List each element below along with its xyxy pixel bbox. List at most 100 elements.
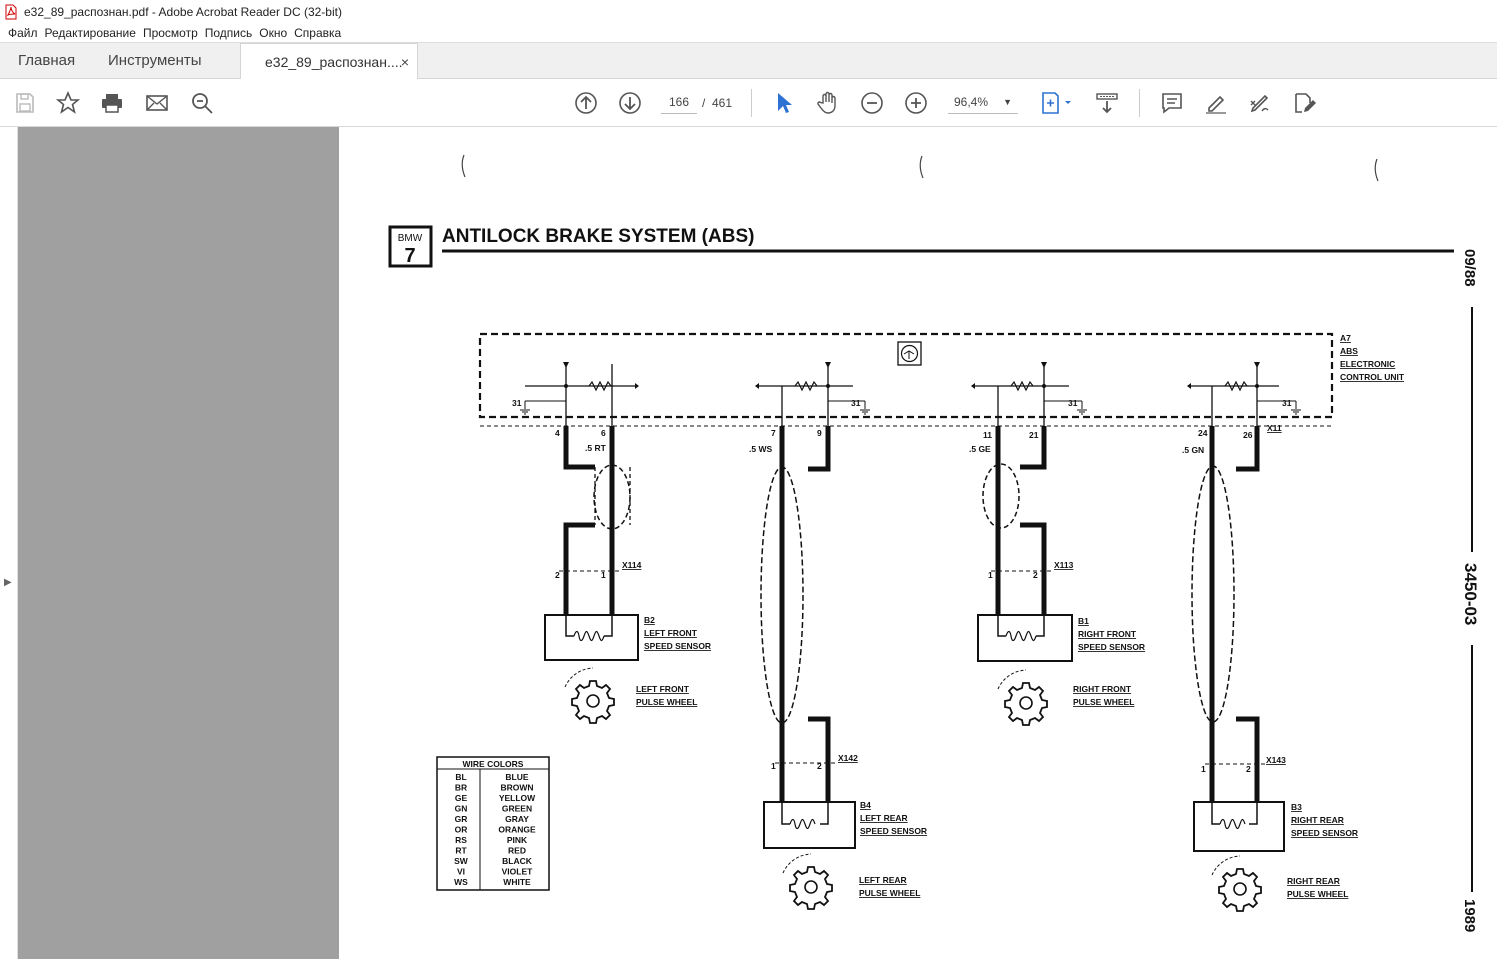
- pin-label: 1: [1201, 764, 1206, 774]
- sensor-id: B3: [1291, 802, 1302, 812]
- search-zoom-icon[interactable]: [190, 91, 214, 115]
- bmw-7-logo: BMW 7: [388, 225, 433, 268]
- sensor-right-rear: B3 RIGHT REAR SPEED SENSOR: [1193, 801, 1358, 852]
- wire-color-name: ORANGE: [498, 825, 536, 835]
- wire-color-name: BLUE: [505, 772, 528, 782]
- comment-icon[interactable]: [1160, 91, 1184, 115]
- right-front-wiring: [982, 426, 1051, 615]
- tab-document[interactable]: e32_89_распознан.... ×: [240, 43, 418, 80]
- edit-pdf-icon[interactable]: [1292, 91, 1316, 115]
- unit-label-2: ELECTRONIC: [1340, 359, 1395, 369]
- wire-color-name: VIOLET: [502, 867, 534, 877]
- zoom-level-select[interactable]: 96,4% ▼: [948, 90, 1018, 114]
- pin-label: 11: [983, 430, 992, 440]
- menu-help[interactable]: Справка: [294, 26, 341, 40]
- toolbar-divider: [1139, 89, 1140, 117]
- tab-bar: Главная Инструменты e32_89_распознан....…: [0, 43, 1497, 80]
- wiring-diagram: BMW 7 ANTILOCK BRAKE SYSTEM (ABS) 09/88 …: [388, 154, 1480, 932]
- window-title: e32_89_распознан.pdf - Adobe Acrobat Rea…: [24, 4, 342, 19]
- tab-document-label: e32_89_распознан....: [265, 54, 403, 70]
- page-down-icon[interactable]: [618, 91, 642, 115]
- wire-label: .5 GE: [969, 444, 991, 454]
- pin-label: 1: [771, 761, 776, 771]
- fit-page-icon[interactable]: [1040, 91, 1074, 115]
- pulse-wheel-label: PULSE WHEEL: [859, 888, 920, 898]
- right-rear-wiring: [1191, 426, 1265, 802]
- side-code: 3450-03: [1461, 563, 1480, 625]
- toolbar-divider: [751, 89, 752, 117]
- pulse-wheel-label: RIGHT FRONT: [1073, 684, 1132, 694]
- pulse-wheel-label: PULSE WHEEL: [1287, 889, 1348, 899]
- connector-label: X113: [1054, 560, 1074, 570]
- highlight-icon[interactable]: [1204, 91, 1228, 115]
- pin-label: 6: [601, 428, 606, 438]
- sensor-left-front: B2 LEFT FRONT SPEED SENSOR: [544, 614, 711, 661]
- scan-mark: [919, 155, 924, 179]
- wire-code: WS: [454, 877, 468, 887]
- ground-label: 31: [1282, 398, 1292, 408]
- tab-home[interactable]: Главная: [18, 43, 75, 79]
- unit-label-1: ABS: [1340, 346, 1358, 356]
- hand-icon[interactable]: [816, 91, 840, 115]
- navigation-pane-toggle[interactable]: ▶: [0, 127, 18, 959]
- wire-label: .5 GN: [1182, 445, 1204, 455]
- ground-label: 31: [1068, 398, 1078, 408]
- sensor-label: RIGHT REAR: [1291, 815, 1344, 825]
- sensor-label: LEFT REAR: [860, 813, 908, 823]
- menu-window[interactable]: Окно: [259, 26, 287, 40]
- star-icon[interactable]: [55, 90, 81, 115]
- sensor-id: B1: [1078, 616, 1089, 626]
- sensor-label: LEFT FRONT: [644, 628, 698, 638]
- sensor-label: SPEED SENSOR: [644, 641, 711, 651]
- menu-sign[interactable]: Подпись: [205, 26, 253, 40]
- wire-code: GN: [455, 804, 468, 814]
- tab-tools[interactable]: Инструменты: [108, 43, 202, 79]
- wire-code: SW: [454, 856, 469, 866]
- menu-edit[interactable]: Редактирование: [45, 26, 136, 40]
- pulse-wheel-label: RIGHT REAR: [1287, 876, 1340, 886]
- pin-label: 1: [601, 570, 606, 580]
- select-cursor-icon[interactable]: [772, 91, 796, 115]
- wire-color-name: RED: [508, 846, 526, 856]
- menu-view[interactable]: Просмотр: [143, 26, 198, 40]
- wire-color-name: YELLOW: [499, 793, 536, 803]
- zoom-out-icon[interactable]: [860, 91, 884, 115]
- wire-code: GE: [455, 793, 468, 803]
- save-icon[interactable]: [13, 91, 37, 115]
- sensor-label: SPEED SENSOR: [1078, 642, 1145, 652]
- control-unit-symbol-icon: [897, 341, 922, 366]
- print-icon[interactable]: [100, 91, 124, 115]
- wire-code: BR: [455, 783, 467, 793]
- wire-label: .5 RT: [585, 443, 607, 453]
- wire-code: RS: [455, 835, 467, 845]
- scan-mark: [1374, 158, 1379, 182]
- scroll-mode-icon[interactable]: [1095, 91, 1119, 115]
- menu-file[interactable]: Файл: [8, 26, 38, 40]
- connector-label: X114: [622, 560, 642, 570]
- pin-label: 24: [1198, 428, 1208, 438]
- chevron-down-icon: ▼: [1003, 97, 1012, 107]
- close-tab-icon[interactable]: ×: [401, 44, 409, 80]
- pulse-wheel-label: PULSE WHEEL: [636, 697, 697, 707]
- wire-color-name: WHITE: [503, 877, 531, 887]
- badge-series: 7: [404, 245, 415, 267]
- mail-icon[interactable]: [145, 91, 169, 115]
- page-number-input[interactable]: 166: [661, 90, 697, 114]
- wire-code: OR: [455, 825, 468, 835]
- sign-icon[interactable]: [1248, 91, 1272, 115]
- sensor-left-rear: B4 LEFT REAR SPEED SENSOR: [763, 800, 927, 849]
- sensor-label: SPEED SENSOR: [1291, 828, 1358, 838]
- pdf-page: BMW 7 ANTILOCK BRAKE SYSTEM (ABS) 09/88 …: [339, 127, 1497, 959]
- ground-label: 31: [851, 398, 861, 408]
- zoom-in-icon[interactable]: [904, 91, 928, 115]
- pin-label: 7: [771, 428, 776, 438]
- expand-pane-icon[interactable]: ▶: [4, 577, 12, 588]
- title-bar: e32_89_распознан.pdf - Adobe Acrobat Rea…: [0, 0, 1497, 23]
- page-up-icon[interactable]: [574, 91, 598, 115]
- sensor-label: SPEED SENSOR: [860, 826, 927, 836]
- pulse-wheel-label: PULSE WHEEL: [1073, 697, 1134, 707]
- zoom-level-value: 96,4%: [954, 95, 989, 109]
- toolbar: [0, 79, 1497, 127]
- connector-label: X143: [1266, 755, 1286, 765]
- wire-code: GR: [455, 814, 468, 824]
